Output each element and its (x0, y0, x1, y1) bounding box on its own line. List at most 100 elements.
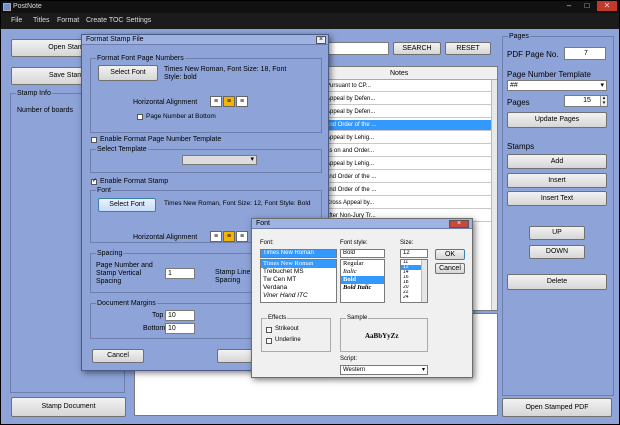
font-style-label: Font style: (340, 240, 368, 246)
list-item[interactable]: Bold (341, 276, 384, 284)
top-margin-field[interactable]: 10 (165, 310, 195, 321)
font-size-label: Size: (400, 240, 414, 246)
close-icon[interactable]: × (449, 220, 469, 228)
format-stamp-dialog-title: Format Stamp File × (82, 35, 328, 45)
app-icon (3, 3, 11, 11)
menu-bar: File Titles Format Create TOC Settings (1, 13, 619, 29)
horizontal-alignment-label-2: Horizontal Alignment (133, 234, 198, 241)
font-size-field[interactable]: 12 (400, 249, 428, 258)
table-row-selected[interactable]: and Order of the ... (324, 120, 491, 131)
table-row[interactable]: and Order of the ... (324, 172, 491, 183)
table-row[interactable]: Pursuant to CP... (324, 81, 491, 92)
list-item[interactable]: Bold Italic (341, 284, 384, 292)
underline-checkbox[interactable] (266, 338, 272, 344)
search-input[interactable] (321, 42, 389, 55)
spacing-title: Spacing (96, 249, 124, 258)
size-scrollbar[interactable] (421, 260, 427, 302)
page-number-bottom-checkbox[interactable] (137, 114, 143, 120)
align-center-icon[interactable]: ≡ (223, 231, 235, 242)
add-stamp-button[interactable]: Add (507, 154, 607, 169)
stamp-info-title: Stamp Info (16, 89, 52, 98)
table-row[interactable]: Appeal by Defen... (324, 107, 491, 118)
close-icon[interactable]: × (316, 36, 326, 44)
menu-settings[interactable]: Settings (126, 13, 151, 29)
spacing-label: Page Number and Stamp Vertical Spacing (96, 262, 153, 285)
stepper-arrows-icon[interactable]: ▴ ▾ (600, 96, 607, 106)
template-select[interactable]: ## ▾ (507, 80, 607, 91)
enable-format-stamp-checkbox[interactable] (91, 177, 97, 185)
font-cancel-button[interactable]: Cancel (435, 263, 465, 274)
font-name-field[interactable]: Times New Roman (260, 249, 337, 258)
spacing-field[interactable]: 1 (165, 268, 195, 279)
update-pages-button[interactable]: Update Pages (507, 112, 607, 128)
strikeout-checkbox[interactable] (266, 327, 272, 333)
table-row[interactable]: Cross Appeal by... (324, 198, 491, 209)
list-item[interactable]: Trebuchet MS (261, 268, 336, 276)
list-item[interactable]: Times New Roman (261, 260, 336, 268)
table-row[interactable]: and Order of the ... (324, 185, 491, 196)
stamp-document-button[interactable]: Stamp Document (11, 397, 126, 417)
menu-format[interactable]: Format (57, 13, 79, 29)
document-margins-title: Document Margins (96, 299, 157, 308)
horizontal-alignment-label-1: Horizontal Alignment (133, 99, 198, 106)
search-button[interactable]: SEARCH (393, 42, 441, 55)
menu-file[interactable]: File (11, 13, 22, 29)
font-style-list[interactable]: Regular Italic Bold Bold Italic (340, 259, 385, 303)
select-font-button-1[interactable]: Select Font (98, 65, 158, 81)
list-item[interactable]: Viner Hand ITC (261, 292, 336, 300)
list-item[interactable]: Tw Cen MT (261, 276, 336, 284)
down-button[interactable]: DOWN (529, 245, 585, 259)
window-title: PostNote (13, 3, 42, 10)
menu-titles[interactable]: Titles (33, 13, 49, 29)
table-row[interactable]: Appeal by Lehig... (324, 133, 491, 144)
template-select-value: ## (510, 82, 518, 89)
reset-button[interactable]: RESET (445, 42, 491, 55)
table-row[interactable]: Appeal by Lehig... (324, 159, 491, 170)
maximize-icon[interactable]: □ (579, 1, 595, 11)
font-description-1: Times New Roman, Font Size: 18, Font Sty… (164, 66, 287, 81)
table-scrollbar[interactable] (491, 80, 497, 310)
list-item[interactable]: Verdana (261, 284, 336, 292)
notes-column-header[interactable]: Notes (390, 70, 408, 77)
table-row[interactable]: Appeal by Defen... (324, 94, 491, 105)
list-item[interactable]: Italic (341, 268, 384, 276)
pages-stepper[interactable]: 15 ▴ ▾ (564, 95, 608, 107)
pages-stepper-value: 15 (583, 97, 591, 104)
align-right-icon[interactable]: ≡ (236, 96, 248, 107)
close-icon[interactable]: ✕ (597, 1, 617, 11)
delete-button[interactable]: Delete (507, 274, 607, 290)
minimize-icon[interactable]: – (561, 1, 577, 11)
script-select[interactable]: Western ▾ (340, 365, 428, 375)
select-font-button-2[interactable]: Select Font (98, 198, 156, 212)
font-style-field[interactable]: Bold (340, 249, 385, 258)
enable-template-checkbox[interactable] (91, 137, 97, 143)
font-dialog-title: Font × (252, 219, 472, 229)
chevron-down-icon: ▾ (600, 82, 604, 89)
align-center-icon[interactable]: ≡ (223, 96, 235, 107)
align-right-icon[interactable]: ≡ (236, 231, 248, 242)
align-left-icon[interactable]: ≡ (210, 96, 222, 107)
table-row[interactable]: as on and Order... (324, 146, 491, 157)
template-dropdown[interactable]: ▾ (182, 155, 257, 165)
pages-label: Pages (507, 98, 530, 107)
font-ok-button[interactable]: OK (435, 249, 465, 260)
format-cancel-button[interactable]: Cancel (92, 349, 144, 363)
open-stamped-pdf-button[interactable]: Open Stamped PDF (502, 398, 612, 417)
list-item[interactable]: Regular (341, 260, 384, 268)
insert-text-button[interactable]: Insert Text (507, 191, 607, 206)
font-dialog-title-text: Font (256, 220, 271, 227)
font-name-label: Font: (260, 240, 274, 246)
bottom-margin-field[interactable]: 10 (165, 323, 195, 334)
align-left-icon[interactable]: ≡ (210, 231, 222, 242)
font-name-list[interactable]: Times New Roman Trebuchet MS Tw Cen MT V… (260, 259, 337, 303)
pdf-page-no-field[interactable]: 7 (564, 47, 606, 60)
menu-create-toc[interactable]: Create TOC (86, 13, 123, 29)
number-of-boards-label: Number of boards (17, 107, 74, 114)
font-size-list[interactable]: 11 12 14 16 18 20 22 24 (400, 259, 428, 303)
insert-stamp-button[interactable]: Insert (507, 173, 607, 188)
up-button[interactable]: UP (529, 226, 585, 240)
font-description-2: Times New Roman, Font Size: 12, Font Sty… (164, 200, 311, 207)
font-dialog: Font × Font: Times New Roman Times New R… (251, 218, 473, 378)
pages-group-title: Pages (508, 32, 530, 41)
stamps-list[interactable] (507, 211, 607, 221)
